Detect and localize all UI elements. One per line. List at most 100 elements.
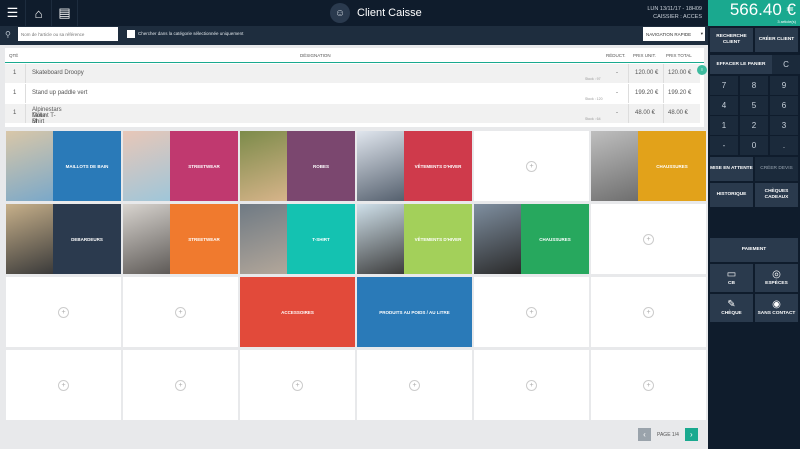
empty-tile[interactable]: + (240, 350, 355, 420)
key-0[interactable]: 0 (740, 136, 768, 155)
category-image (123, 204, 170, 274)
category-image (240, 131, 287, 201)
search-client-button[interactable]: RECHERCHE CLIENT (710, 28, 753, 52)
empty-tile[interactable]: + (474, 277, 589, 347)
plus-icon: + (58, 306, 69, 318)
key-clear[interactable]: C (772, 55, 800, 74)
next-page-button[interactable]: › (684, 428, 698, 441)
category-tile[interactable]: MAILLOTS DE BAIN (6, 131, 121, 201)
category-tile[interactable]: PRODUITS AU POIDS / AU LITRE (357, 277, 472, 347)
category-label: VÊTEMENTS D'HIVER (404, 204, 472, 274)
empty-tile[interactable]: + (123, 350, 238, 420)
create-quote-button[interactable]: CRÉER DEVIS (755, 157, 798, 181)
category-tile[interactable]: VÊTEMENTS D'HIVER (357, 131, 472, 201)
empty-tile[interactable]: + (591, 350, 706, 420)
plus-icon: + (526, 306, 537, 318)
category-label: ROBES (287, 131, 355, 201)
empty-tile[interactable]: + (474, 131, 589, 201)
empty-tile[interactable]: + (591, 277, 706, 347)
category-tile[interactable]: STREETWEAR (123, 204, 238, 274)
category-image (474, 204, 521, 274)
search-icon[interactable]: ⚲ (5, 30, 11, 39)
prev-page-button[interactable]: ‹ (638, 428, 651, 441)
client-name: Client Caisse (357, 7, 422, 19)
key-7[interactable]: 7 (710, 76, 738, 95)
key-9[interactable]: 9 (770, 76, 798, 95)
table-row[interactable]: 1 Skateboard Droopy Stock : 97 - 120.00 … (5, 64, 700, 83)
category-tile[interactable]: ROBES (240, 131, 355, 201)
key-2[interactable]: 2 (740, 116, 768, 135)
item-name: Stand up paddle vert (32, 90, 88, 96)
plus-icon: + (643, 306, 654, 318)
plus-icon: + (643, 379, 654, 391)
pagination: ‹ PAGE 1/4 › (638, 428, 698, 441)
pay-cash-button[interactable]: ◎ ESPÈCES (755, 264, 798, 292)
item-qty[interactable]: 1 (13, 110, 16, 116)
empty-tile[interactable]: + (6, 277, 121, 347)
category-tile[interactable]: ACCESSOIRES (240, 277, 355, 347)
history-button[interactable]: HISTORIQUE (710, 183, 753, 207)
page-indicator: PAGE 1/4 (657, 431, 679, 438)
cheque-icon: ✎ (727, 299, 736, 310)
key-1[interactable]: 1 (710, 116, 738, 135)
item-discount[interactable]: - (616, 90, 618, 96)
item-discount[interactable]: - (616, 70, 618, 76)
client-selector[interactable]: ☺ Client Caisse (330, 3, 422, 23)
category-label: PRODUITS AU POIDS / AU LITRE (357, 277, 472, 347)
pay-cb-button[interactable]: ▭ CB (710, 264, 753, 292)
contactless-icon: ◉ (772, 299, 781, 310)
table-row[interactable]: 1 Alpinestars Mount T-Shirt Taille M Stoc… (5, 104, 700, 125)
item-qty[interactable]: 1 (13, 70, 16, 76)
category-tile[interactable]: DEBARDEURS (6, 204, 121, 274)
pay-contactless-button[interactable]: ◉ SANS CONTACT (755, 294, 798, 322)
empty-tile[interactable]: + (357, 350, 472, 420)
cart-table: QTÉ DÉSIGNATION RÉDUCT. PRIX UNIT. PRIX … (5, 48, 704, 127)
plus-icon: + (175, 306, 186, 318)
top-bar: ☰ ⌂ ▤ ☺ Client Caisse LUN 13/11/17 - 18H… (0, 0, 708, 26)
menu-icon[interactable]: ☰ (0, 0, 26, 26)
item-unit-price: 199.20 € (635, 90, 659, 96)
pay-cheque-button[interactable]: ✎ CHÈQUE (710, 294, 753, 322)
empty-tile[interactable]: + (474, 350, 589, 420)
col-discount: RÉDUCT. (606, 53, 626, 58)
create-client-button[interactable]: CRÉER CLIENT (755, 28, 798, 52)
hold-button[interactable]: MISE EN ATTENTE (710, 157, 753, 181)
key-6[interactable]: 6 (770, 96, 798, 115)
calculator-icon[interactable]: ▤ (52, 0, 78, 26)
clear-cart-button[interactable]: EFFACER LE PANIER (710, 55, 772, 74)
category-only-checkbox[interactable] (127, 30, 135, 38)
payment-button[interactable]: PAIEMENT (710, 238, 798, 262)
datetime: LUN 13/11/17 - 18H09 (647, 6, 702, 12)
item-qty[interactable]: 1 (13, 90, 16, 96)
cheque-label: CHÈQUE (721, 311, 742, 316)
empty-tile[interactable]: + (6, 350, 121, 420)
scroll-indicator[interactable]: ≡ (697, 65, 707, 75)
gift-cheques-button[interactable]: CHÈQUES CADEAUX (755, 183, 798, 207)
cart-total: 566.40 € 3 article(s) (708, 0, 800, 26)
key-.[interactable]: . (770, 136, 798, 155)
key--[interactable]: - (710, 136, 738, 155)
item-stock: Stock : 120 (585, 97, 603, 101)
category-tile[interactable]: VÊTEMENTS D'HIVER (357, 204, 472, 274)
empty-tile[interactable]: + (123, 277, 238, 347)
category-tile[interactable]: T-SHIRT (240, 204, 355, 274)
empty-tile[interactable]: + (591, 204, 706, 274)
item-discount[interactable]: - (616, 110, 618, 116)
key-5[interactable]: 5 (740, 96, 768, 115)
key-3[interactable]: 3 (770, 116, 798, 135)
home-icon[interactable]: ⌂ (26, 0, 52, 26)
plus-icon: + (292, 379, 303, 391)
category-image (6, 131, 53, 201)
category-tile[interactable]: STREETWEAR (123, 131, 238, 201)
user-icon: ☺ (330, 3, 350, 23)
table-row[interactable]: 1 Stand up paddle vert Stock : 120 - 199… (5, 84, 700, 103)
category-tile[interactable]: CHAUSSURES (591, 131, 706, 201)
plus-icon: + (409, 379, 420, 391)
quick-nav-select[interactable]: NAVIGATION RAPIDE ▾ (643, 27, 705, 41)
search-input[interactable] (18, 27, 118, 41)
category-tile[interactable]: CHAUSSURES (474, 204, 589, 274)
category-label: STREETWEAR (170, 204, 238, 274)
key-8[interactable]: 8 (740, 76, 768, 95)
key-4[interactable]: 4 (710, 96, 738, 115)
category-label: MAILLOTS DE BAIN (53, 131, 121, 201)
